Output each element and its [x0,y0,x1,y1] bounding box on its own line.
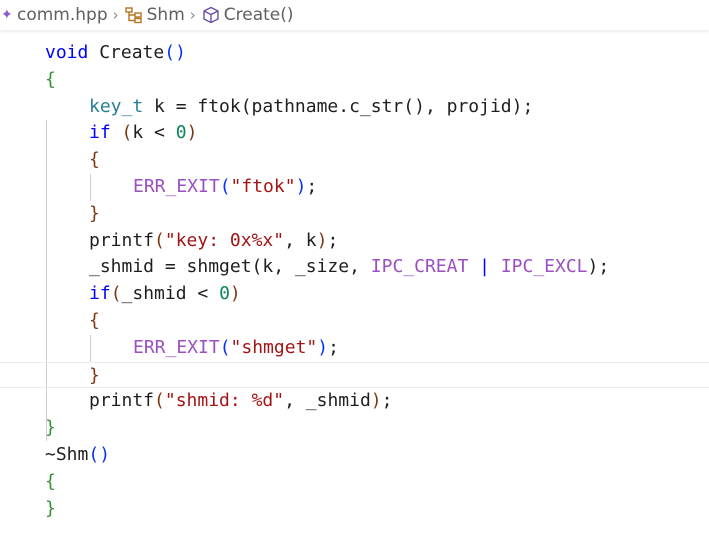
code-editor[interactable]: void Create() { key_t k = ftok(pathname.… [0,40,709,522]
code-string: "shmget" [230,336,318,358]
code-line[interactable]: printf("key: 0x%x", k); [0,228,709,255]
code-bracket: ( [154,229,165,251]
code-line[interactable]: _shmid = shmget(k, _size, IPC_CREAT | IP… [0,254,709,281]
code-bracket: () [88,443,111,465]
code-bracket: } [89,202,100,224]
code-text: k < [132,122,176,144]
code-line[interactable]: { [0,469,709,496]
code-line[interactable]: } [0,415,709,442]
code-bracket: ) [370,390,382,412]
code-bracket: { [89,309,100,331]
code-bracket: } [45,497,56,519]
code-function: Create [99,42,165,63]
code-string: "ftok" [230,175,296,197]
code-keyword: void [45,42,89,63]
code-bracket: ( [121,122,133,144]
code-macro: ERR_EXIT [133,175,220,197]
code-line[interactable]: ERR_EXIT("ftok"); [0,174,709,201]
code-text: , k [284,229,317,251]
code-text: ; [327,229,339,251]
code-operator: | [468,256,501,278]
code-text: ); [587,256,610,278]
code-line[interactable]: } [0,201,709,228]
code-line[interactable]: printf("shmid: %d", _shmid); [0,388,709,415]
code-keyword: if [89,122,111,144]
code-bracket: ) [229,283,241,305]
code-type: key_t [89,95,144,117]
code-text: ; [306,175,318,197]
code-bracket: } [89,364,100,386]
code-bracket: () [164,42,186,63]
code-text: ; [328,336,339,358]
code-text: _shmid = shmget(k, _size, [89,256,371,278]
code-macro: ERR_EXIT [133,336,220,358]
code-bracket: } [45,417,56,439]
code-bracket: ) [317,336,329,358]
code-function: printf [89,229,155,251]
breadcrumb: ✦ comm.hpp › Shm › Create() [0,0,709,30]
code-bracket: ( [154,390,165,412]
code-text: _shmid < [121,283,220,305]
code-bracket: ) [316,229,328,251]
chevron-right-icon: › [189,6,196,24]
class-icon [124,6,144,24]
code-bracket: ( [219,336,231,358]
code-bracket: { [89,149,100,171]
code-string: "shmid: %d" [164,390,285,412]
method-cube-icon [201,6,221,24]
code-line[interactable]: { [0,147,709,174]
breadcrumb-file[interactable]: comm.hpp [17,5,108,25]
code-bracket: { [45,470,56,492]
breadcrumb-method[interactable]: Create() [201,5,294,25]
file-modified-dot-icon: ✦ [1,7,13,23]
code-bracket: { [45,68,56,90]
breadcrumb-class[interactable]: Shm [124,5,185,25]
code-line[interactable]: { [0,308,709,335]
code-line[interactable]: } [0,496,709,523]
code-function: ~Shm [45,443,89,465]
code-bracket: ( [219,175,231,197]
code-number: 0 [219,283,230,305]
code-line-current[interactable]: } [0,361,709,389]
code-line[interactable]: { [0,67,709,94]
code-number: 0 [175,122,187,144]
code-text: , _shmid [284,390,371,412]
code-bracket: ) [295,175,307,197]
code-line[interactable]: if(_shmid < 0) [0,281,709,308]
code-line[interactable]: ERR_EXIT("shmget"); [0,335,709,362]
code-bracket: ( [110,283,122,305]
code-macro: IPC_EXCL [500,256,588,278]
code-function: printf [89,390,155,412]
breadcrumb-method-label: Create() [223,5,294,25]
code-line[interactable]: void Create() [0,40,709,67]
code-line[interactable]: ~Shm() [0,442,709,469]
code-macro: IPC_CREAT [370,256,469,278]
code-line[interactable]: key_t k = ftok(pathname.c_str(), projid)… [0,94,709,121]
code-bracket: ) [186,122,198,144]
code-string: "key: 0x%x" [164,229,285,251]
code-text: ; [381,390,393,412]
code-line[interactable]: if (k < 0) [0,120,709,147]
code-text: k = ftok(pathname.c_str(), projid); [143,95,534,117]
chevron-right-icon: › [112,6,119,24]
code-keyword: if [89,283,111,305]
breadcrumb-class-label: Shm [146,5,185,25]
